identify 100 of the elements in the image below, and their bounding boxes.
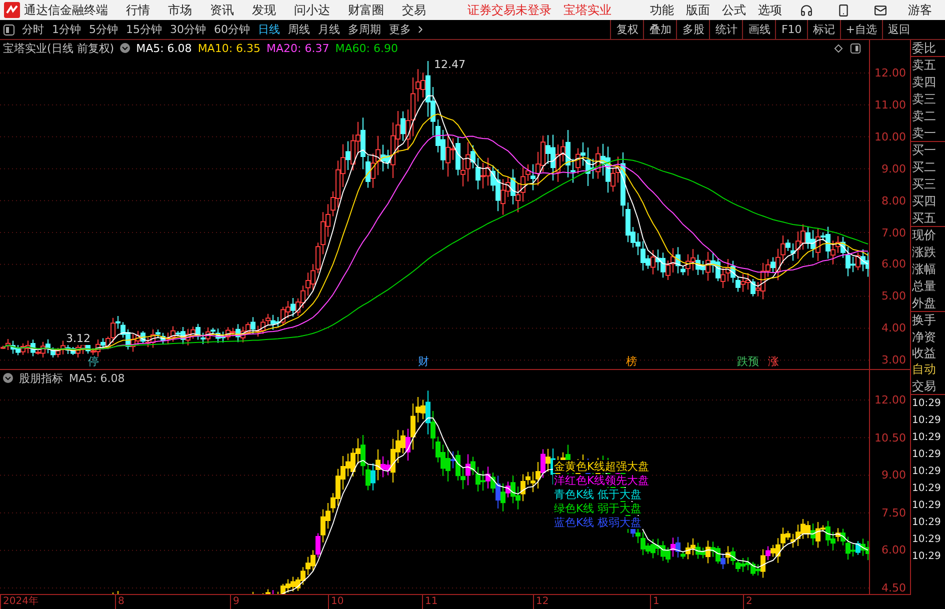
quote-label: 净资 <box>911 329 937 346</box>
date-axis-label: 2024年 <box>0 595 38 609</box>
quote-label: 外盘 <box>911 295 945 312</box>
period-tab[interactable]: 1分钟 <box>48 22 85 37</box>
event-marker[interactable]: 涨 <box>768 354 779 369</box>
quote-label: 换手 <box>911 312 937 329</box>
toolbar-button[interactable]: 叠加 <box>643 20 676 39</box>
period-tab[interactable]: 日线 <box>254 22 284 37</box>
quote-label: 委比 <box>911 40 945 57</box>
trade-time: 10:29 <box>911 516 942 530</box>
menu-item[interactable]: 选项 <box>752 2 788 18</box>
more-tab[interactable]: 更多 <box>385 22 415 37</box>
date-axis-label: 10 <box>328 595 344 609</box>
menu-item[interactable]: 公式 <box>716 2 752 18</box>
menu-item[interactable]: 行情 <box>117 2 159 18</box>
quote-label: 买一 <box>911 142 937 159</box>
menu-item[interactable]: 市场 <box>159 2 201 18</box>
quote-label: 卖一 <box>911 125 945 142</box>
menu-item[interactable]: 发现 <box>243 2 285 18</box>
toolbar-button[interactable]: 返回 <box>882 20 915 39</box>
trade-time: 10:29 <box>911 482 942 496</box>
legend-item: 蓝色K线 极弱大盘 <box>553 516 643 529</box>
stock-name: 宝塔实业 <box>562 2 612 18</box>
period-tab[interactable]: 30分钟 <box>166 22 210 37</box>
price-axis-label: 8.00 <box>882 194 906 208</box>
auto-label[interactable]: 自动 <box>911 361 945 378</box>
trade-time: 10:29 <box>911 533 942 547</box>
period-tab[interactable]: 60分钟 <box>210 22 254 37</box>
trade-label: 交易 <box>911 378 945 395</box>
menu-item[interactable]: 资讯 <box>201 2 243 18</box>
chevron-down-icon[interactable] <box>120 43 130 53</box>
menu-item[interactable]: 问小达 <box>285 2 339 18</box>
app-logo-icon <box>4 2 20 18</box>
quote-label: 现价 <box>911 227 937 244</box>
panel-toggle-icon[interactable] <box>3 24 15 36</box>
price-axis-label: 10.00 <box>874 130 906 144</box>
diamond-icon[interactable] <box>834 44 843 53</box>
toolbar-button[interactable]: 标记 <box>806 20 840 39</box>
price-axis-label: 10.50 <box>874 431 906 444</box>
ma-value: MA5: 6.08 <box>69 372 125 384</box>
period-tab[interactable]: 周线 <box>284 22 314 37</box>
quote-label: 收益 <box>911 346 937 361</box>
event-marker[interactable]: 榜 <box>626 354 637 369</box>
price-axis-label: 6.00 <box>882 544 906 557</box>
price-axis-label: 11.00 <box>874 98 906 112</box>
user-label[interactable]: 游客 <box>899 2 941 18</box>
price-axis-label: 9.00 <box>882 468 906 482</box>
date-axis-label: 1 <box>650 595 660 609</box>
quote-label: 卖二 <box>911 108 937 125</box>
trade-time: 10:29 <box>911 431 942 445</box>
toolbar-button[interactable]: 画线 <box>742 20 776 39</box>
period-tab[interactable]: 5分钟 <box>85 22 122 37</box>
panel-toggle-icon[interactable] <box>850 43 861 54</box>
price-axis-label: 7.00 <box>882 226 906 239</box>
quote-label: 买四 <box>911 193 937 210</box>
date-axis-label: 9 <box>230 595 240 609</box>
chart-title: 宝塔实业(日线 前复权) <box>3 40 114 56</box>
menu-item[interactable]: 版面 <box>680 2 716 18</box>
period-tab[interactable]: 15分钟 <box>122 22 166 37</box>
event-marker[interactable]: 跌预 <box>737 354 759 369</box>
legend-item: 青色K线 低于大盘 <box>553 488 643 501</box>
login-status[interactable]: 证券交易未登录 <box>462 2 558 18</box>
quote-label: 买二 <box>911 159 937 176</box>
quote-label: 涨跌 <box>911 244 937 261</box>
indicator-title: 股朋指标 <box>19 370 63 386</box>
ma-value: MA60: 6.90 <box>335 42 398 54</box>
chevron-down-icon[interactable] <box>3 373 13 383</box>
period-tab[interactable]: 多周期 <box>344 22 385 37</box>
mail-icon[interactable] <box>874 4 887 16</box>
price-axis-label: 3.00 <box>882 354 906 367</box>
trade-time: 10:29 <box>911 414 942 428</box>
price-axis-label: 4.50 <box>882 582 906 594</box>
ma-value: MA5: 6.08 <box>136 42 192 54</box>
toolbar-button[interactable]: F10 <box>775 20 807 39</box>
quote-label: 总量 <box>911 278 937 295</box>
menu-item[interactable]: 财富圈 <box>339 2 393 18</box>
quote-label: 买五 <box>911 210 945 227</box>
quote-label: 卖三 <box>911 91 937 108</box>
event-marker[interactable]: 停 <box>88 354 99 369</box>
price-axis-label: 12.00 <box>874 66 906 80</box>
menu-item[interactable]: 功能 <box>644 2 680 18</box>
quote-label: 卖四 <box>911 74 937 91</box>
menu-item[interactable]: 交易 <box>393 2 435 18</box>
price-axis-label: 7.50 <box>882 506 906 520</box>
event-marker[interactable]: 财 <box>418 354 429 369</box>
legend-item: 金黄色K线超强大盘 <box>553 460 650 473</box>
date-axis-label: 12 <box>533 595 549 609</box>
period-tab[interactable]: 月线 <box>314 22 344 37</box>
toolbar-button[interactable]: 多股 <box>676 20 710 39</box>
toolbar-button[interactable]: +自选 <box>840 20 882 39</box>
toolbar-button[interactable]: 复权 <box>610 20 644 39</box>
date-axis-label: 2 <box>743 595 752 609</box>
trade-time: 10:29 <box>911 465 942 479</box>
period-tab[interactable]: 分时 <box>18 22 48 37</box>
phone-icon[interactable] <box>837 4 850 16</box>
date-axis-label: 8 <box>115 595 124 609</box>
quote-label: 买三 <box>911 176 937 193</box>
toolbar-button[interactable]: 统计 <box>709 20 742 39</box>
trade-time: 10:29 <box>911 499 942 513</box>
headset-icon[interactable] <box>800 4 813 16</box>
